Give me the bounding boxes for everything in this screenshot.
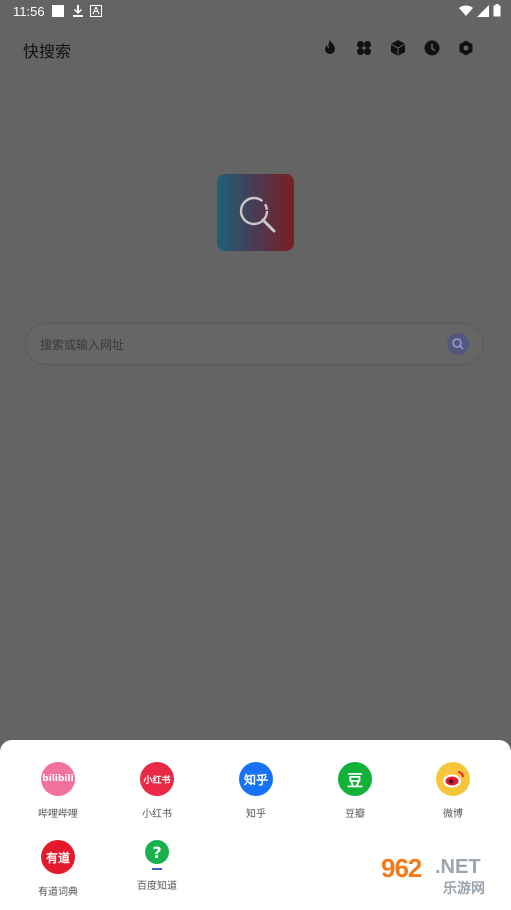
status-bar: 11:56 [0,0,511,24]
signal-icon [477,4,489,21]
notification-icon [52,5,64,17]
site-label: 小红书 [142,809,172,820]
site-xiaohongshu[interactable]: 小红书 小红书 [112,762,202,820]
clock-icon[interactable] [423,39,441,57]
app-logo [217,174,294,251]
font-icon [90,5,102,17]
cube-icon[interactable] [389,39,407,57]
site-label: 有道词典 [38,887,78,898]
app-title: 快搜索 [23,42,72,61]
quick-sites-sheet: bilibili 哔哩哔哩 小红书 小红书 知乎 知乎 豆 豆瓣 微博 有道 有… [0,740,511,910]
underline-mark [152,868,162,870]
search-icon [452,338,464,350]
baidu-zhidao-icon: ? [145,840,169,864]
site-label: 豆瓣 [345,809,365,820]
watermark: 962 .NET 乐游网 [373,852,505,898]
weibo-icon [436,762,470,796]
status-right [459,4,501,21]
site-weibo[interactable]: 微博 [408,762,498,820]
bilibili-icon: bilibili [41,762,75,796]
search-button[interactable] [447,333,469,355]
douban-icon: 豆 [338,762,372,796]
search-bar[interactable] [25,323,484,365]
toolbar [321,39,475,57]
youdao-icon: 有道 [41,840,75,874]
watermark-text: 乐游网 [443,880,485,896]
site-bilibili[interactable]: bilibili 哔哩哔哩 [13,762,103,820]
site-zhihu[interactable]: 知乎 知乎 [211,762,301,820]
site-label: 微博 [443,809,463,820]
zhihu-icon: 知乎 [239,762,273,796]
site-label: 哔哩哔哩 [38,809,78,820]
search-input[interactable] [38,334,432,356]
site-douban[interactable]: 豆 豆瓣 [310,762,400,820]
app-bar: 快搜索 [0,24,511,72]
watermark-suffix: .NET [435,856,481,878]
status-time: 11:56 [13,4,45,19]
download-icon [72,5,84,17]
clover-icon[interactable] [355,39,373,57]
watermark-number: 962 [381,853,422,883]
site-baidu-zhidao[interactable]: ? 百度知道 [112,840,202,892]
xiaohongshu-icon: 小红书 [140,762,174,796]
site-label: 知乎 [246,809,266,820]
site-label: 百度知道 [137,881,177,892]
search-logo-icon [239,196,275,232]
battery-icon [493,4,501,21]
settings-icon[interactable] [457,39,475,57]
fire-icon[interactable] [321,39,339,57]
site-youdao[interactable]: 有道 有道词典 [13,840,103,898]
wifi-icon [459,4,473,21]
